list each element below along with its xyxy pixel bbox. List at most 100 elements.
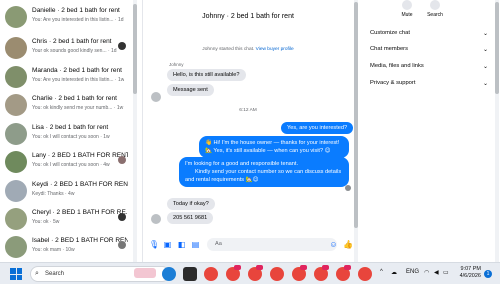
- scrollbar-thumb[interactable]: [354, 2, 358, 228]
- chevron-up-icon[interactable]: ^: [380, 269, 383, 275]
- cloud-icon[interactable]: ☁: [391, 269, 397, 276]
- notification-badge: [300, 265, 307, 270]
- conversation-preview: You: ok I will contact you soon · 4w: [32, 162, 110, 168]
- conversation-preview: You: ok mam · 10w: [32, 247, 75, 253]
- microphone-icon[interactable]: 🎙: [149, 240, 159, 249]
- participant-avatar: [118, 213, 126, 221]
- notification-badge: [234, 265, 241, 270]
- privacy-support-row[interactable]: Privacy & support ⌄: [370, 80, 488, 94]
- taskbar-clock[interactable]: 9:07 PM 4/6/2026: [451, 266, 481, 280]
- mute-button[interactable]: Mute: [394, 0, 420, 18]
- participant-avatar: [118, 42, 126, 50]
- outgoing-line: Kindly send your contact number so we ca…: [195, 169, 342, 175]
- listing-thumbnail: [5, 94, 27, 116]
- notification-badge: [256, 265, 263, 270]
- outgoing-line: 🏡 Yes, it's still available — when can y…: [205, 148, 331, 154]
- view-buyer-profile-link[interactable]: View buyer profile: [256, 47, 294, 52]
- conversation-item[interactable]: Charlie · 2 bed 1 bath for rent You: ok …: [0, 92, 132, 120]
- row-label: Chat members: [370, 46, 409, 52]
- conversation-item[interactable]: Cheryl · 2 BED 1 BATH FOR RE... You: ok …: [0, 206, 132, 234]
- clock-time: 9:07 PM: [460, 266, 481, 272]
- conversation-name: Lany · 2 BED 1 BATH FOR RENT: [32, 152, 128, 159]
- seen-indicator: [345, 185, 351, 191]
- info-panel-scrollbar[interactable]: [495, 0, 499, 262]
- conversation-item[interactable]: Danielle · 2 bed 1 bath for rent You: Ar…: [0, 4, 132, 32]
- volume-icon[interactable]: ◀: [434, 269, 439, 276]
- gif-icon[interactable]: ▤: [191, 240, 200, 249]
- conversation-preview: You: ok · 5w: [32, 219, 60, 225]
- conversation-item[interactable]: Lany · 2 BED 1 BATH FOR RENT You: ok I w…: [0, 149, 132, 177]
- battery-icon[interactable]: ▭: [443, 269, 449, 276]
- conversation-name: Charlie · 2 bed 1 bath for rent: [32, 95, 117, 102]
- edge-icon[interactable]: [162, 267, 176, 281]
- clock-date: 4/6/2026: [459, 273, 481, 279]
- chrome-icon[interactable]: [270, 267, 284, 281]
- search-highlight-icon[interactable]: [134, 268, 156, 278]
- row-label: Media, files and links: [370, 63, 424, 69]
- sender-avatar: [151, 214, 161, 224]
- chevron-down-icon: ⌄: [482, 47, 488, 53]
- chevron-down-icon: ⌄: [482, 81, 488, 87]
- media-files-links-row[interactable]: Media, files and links ⌄: [370, 63, 488, 77]
- language-indicator[interactable]: ENG: [406, 269, 419, 275]
- conversation-name: Cheryl · 2 BED 1 BATH FOR RE...: [32, 209, 128, 216]
- scrollbar-thumb[interactable]: [495, 2, 499, 94]
- image-icon[interactable]: ▣: [163, 240, 172, 249]
- chrome-icon[interactable]: [204, 267, 218, 281]
- conversation-list-scrollbar[interactable]: [133, 0, 137, 262]
- sender-name: Johnny: [169, 62, 184, 67]
- scrollbar-thumb[interactable]: [133, 4, 137, 94]
- listing-thumbnail: [5, 123, 27, 145]
- listing-thumbnail: [5, 236, 27, 258]
- outgoing-message: Yes, are you interested?: [281, 122, 354, 134]
- conversation-item[interactable]: Keydi · 2 BED 1 BATH FOR RENT Keydi: Tha…: [0, 178, 132, 206]
- incoming-message: 205 561 9681: [167, 212, 214, 224]
- conversation-name: Lisa · 2 bed 1 bath for rent: [32, 124, 109, 131]
- listing-thumbnail: [5, 66, 27, 88]
- participant-avatar: [118, 156, 126, 164]
- search-icon: [430, 0, 440, 10]
- message-input[interactable]: Aa: [207, 238, 337, 251]
- conversation-preview: You: Are you interested in this listin..…: [32, 17, 124, 23]
- windows-start-icon[interactable]: [10, 268, 22, 280]
- messenger-window: Danielle · 2 bed 1 bath for rent You: Ar…: [0, 0, 500, 262]
- conversation-name: Danielle · 2 bed 1 bath for rent: [32, 7, 120, 14]
- incoming-message: Hello, is this still available?: [167, 69, 246, 81]
- listing-thumbnail: [5, 208, 27, 230]
- conversation-item[interactable]: Chris · 2 bed 1 bath for rent Your ok so…: [0, 35, 132, 63]
- listing-thumbnail: [5, 151, 27, 173]
- outgoing-message: I'm looking for a good and responsible t…: [179, 157, 349, 187]
- customize-chat-row[interactable]: Customize chat ⌄: [370, 30, 488, 44]
- emoji-icon[interactable]: ☺: [329, 240, 338, 249]
- search-label: Search: [427, 12, 443, 18]
- conversation-item[interactable]: Maranda · 2 bed 1 bath for rent You: Are…: [0, 64, 132, 92]
- incoming-message: Message sent: [167, 84, 214, 96]
- conversation-item[interactable]: Isabel · 2 BED 1 BATH FOR RENT You: ok m…: [0, 234, 132, 262]
- row-label: Customize chat: [370, 30, 410, 36]
- conversation-preview: You: Are you interested in this listin..…: [32, 77, 124, 83]
- sticker-icon[interactable]: ◧: [177, 240, 186, 249]
- conversation-item[interactable]: Lisa · 2 bed 1 bath for rent You: ok I w…: [0, 121, 132, 149]
- conversation-name: Keydi · 2 BED 1 BATH FOR RENT: [32, 181, 128, 188]
- mute-label: Mute: [401, 12, 413, 18]
- search-button[interactable]: Search: [422, 0, 448, 18]
- conversation-name: Isabel · 2 BED 1 BATH FOR RENT: [32, 237, 128, 244]
- like-icon[interactable]: 👍: [343, 240, 353, 249]
- file-explorer-icon[interactable]: [183, 267, 197, 281]
- outgoing-message: 👋 Hi! I'm the house owner — thanks for y…: [199, 136, 349, 158]
- conversation-preview: Your ok sounds good kindly sen... · 1d: [32, 48, 117, 54]
- taskbar-search-text: Search: [45, 271, 65, 277]
- chrome-icon[interactable]: [358, 267, 372, 281]
- windows-taskbar: ⌕ Search ^ ☁ ENG ◠ ◀ ▭ 9:07 PM 4/6/2026 …: [0, 262, 500, 284]
- message-timestamp: 6:12 AM: [239, 108, 257, 113]
- search-icon: ⌕: [35, 270, 39, 277]
- notification-count[interactable]: 1: [484, 270, 492, 278]
- chat-members-row[interactable]: Chat members ⌄: [370, 46, 488, 60]
- chat-scrollbar[interactable]: [354, 0, 358, 262]
- conversation-preview: Keydi: Thanks · 4w: [32, 191, 75, 197]
- chat-info-panel: Mute Search Customize chat ⌄ Chat member…: [360, 0, 500, 262]
- wifi-icon[interactable]: ◠: [424, 269, 429, 276]
- conversation-preview: You: ok I will contact you soon · 1w: [32, 134, 110, 140]
- listing-thumbnail: [5, 6, 27, 28]
- bell-icon: [402, 0, 412, 10]
